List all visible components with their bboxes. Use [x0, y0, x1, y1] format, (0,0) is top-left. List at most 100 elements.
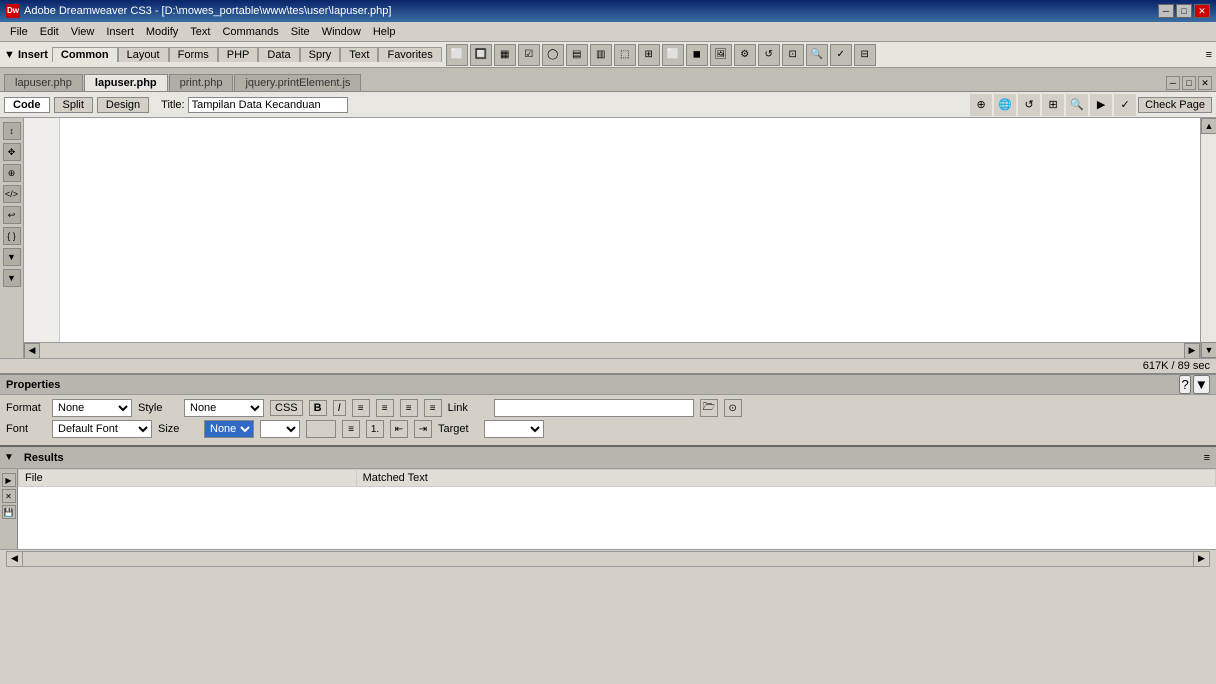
code-lines[interactable] — [60, 118, 1200, 342]
menu-item-text[interactable]: Text — [184, 25, 216, 39]
insert-tab-favorites[interactable]: Favorites — [378, 47, 441, 62]
link-folder-icon[interactable]: 🗁 — [700, 399, 718, 417]
scroll-up-arrow[interactable]: ▲ — [1201, 118, 1216, 134]
menu-item-insert[interactable]: Insert — [100, 25, 140, 39]
sidebar-zoom-icon[interactable]: ⊕ — [3, 164, 21, 182]
insert-icon-5[interactable]: ◯ — [542, 44, 564, 66]
code-content[interactable] — [24, 118, 1200, 342]
insert-tab-spry[interactable]: Spry — [300, 47, 341, 62]
menu-item-view[interactable]: View — [65, 25, 101, 39]
insert-menu-btn[interactable]: ≡ — [1206, 49, 1212, 61]
sidebar-collapse-icon[interactable]: ▼ — [3, 248, 21, 266]
css-button[interactable]: CSS — [270, 400, 303, 416]
insert-tab-common[interactable]: Common — [52, 47, 118, 62]
size-unit-select[interactable] — [260, 420, 300, 438]
scroll-right-btn[interactable]: ▶ — [1193, 552, 1209, 566]
insert-tab-forms[interactable]: Forms — [169, 47, 218, 62]
insert-icon-16[interactable]: 🔍 — [806, 44, 828, 66]
align-center-icon[interactable]: ≡ — [376, 399, 394, 417]
doc-tab-1[interactable]: lapuser.php — [84, 74, 168, 91]
insert-icon-7[interactable]: ▥ — [590, 44, 612, 66]
insert-tab-php[interactable]: PHP — [218, 47, 259, 62]
insert-icon-13[interactable]: ⚙ — [734, 44, 756, 66]
doc-tab-3[interactable]: jquery.printElement.js — [234, 74, 361, 91]
minimize-button[interactable]: ─ — [1158, 4, 1174, 18]
insert-icon-8[interactable]: ⬚ — [614, 44, 636, 66]
close-button[interactable]: ✕ — [1194, 4, 1210, 18]
code-view-btn[interactable]: Code — [4, 97, 50, 113]
indent-less-icon[interactable]: ⇤ — [390, 420, 408, 438]
sidebar-wrap-icon[interactable]: ↩ — [3, 206, 21, 224]
insert-icon-4[interactable]: ☑ — [518, 44, 540, 66]
results-arrow[interactable]: ▼ — [4, 452, 14, 463]
align-justify-icon[interactable]: ≡ — [424, 399, 442, 417]
menu-item-help[interactable]: Help — [367, 25, 402, 39]
scroll-left-btn[interactable]: ◀ — [7, 552, 23, 566]
indent-more-icon[interactable]: ⇥ — [414, 420, 432, 438]
insert-tab-layout[interactable]: Layout — [118, 47, 169, 62]
menu-item-site[interactable]: Site — [285, 25, 316, 39]
insert-icon-14[interactable]: ↺ — [758, 44, 780, 66]
refresh-icon[interactable]: ↺ — [1018, 94, 1040, 116]
align-right-icon[interactable]: ≡ — [400, 399, 418, 417]
doc-maximize-btn[interactable]: □ — [1182, 76, 1196, 90]
doc-tab-0[interactable]: lapuser.php — [4, 74, 83, 91]
insert-icon-15[interactable]: ⊡ — [782, 44, 804, 66]
results-stop-btn[interactable]: ✕ — [2, 489, 16, 503]
menu-item-edit[interactable]: Edit — [34, 25, 65, 39]
doc-minimize-btn[interactable]: ─ — [1166, 76, 1180, 90]
font-select[interactable]: Default Font — [52, 420, 152, 438]
design-view-btn[interactable]: Design — [97, 97, 149, 113]
results-play-btn[interactable]: ▶ — [2, 473, 16, 487]
link-target-icon[interactable]: ⊙ — [724, 399, 742, 417]
insert-tab-text[interactable]: Text — [340, 47, 378, 62]
list-unordered-icon[interactable]: ≡ — [342, 420, 360, 438]
italic-button[interactable]: I — [333, 400, 346, 416]
check-page-btn[interactable]: Check Page — [1138, 97, 1212, 113]
format-select[interactable]: NoneParagraph — [52, 399, 132, 417]
split-view-btn[interactable]: Split — [54, 97, 93, 113]
target-select[interactable] — [484, 420, 544, 438]
doc-close-btn[interactable]: ✕ — [1198, 76, 1212, 90]
menu-item-modify[interactable]: Modify — [140, 25, 184, 39]
menu-item-window[interactable]: Window — [316, 25, 367, 39]
scroll-down-arrow[interactable]: ▼ — [1201, 342, 1216, 358]
file-mgmt-icon[interactable]: ⊕ — [970, 94, 992, 116]
menu-item-file[interactable]: File — [4, 25, 34, 39]
scroll-bar-track[interactable] — [23, 552, 1193, 566]
insert-icon-11[interactable]: ◼ — [686, 44, 708, 66]
h-scrollbar[interactable]: ◀ ▶ — [6, 551, 1210, 567]
properties-help-btn[interactable]: ? — [1179, 375, 1190, 394]
insert-icon-6[interactable]: ▤ — [566, 44, 588, 66]
properties-expand-btn[interactable]: ▼ — [1193, 375, 1210, 394]
align-left-icon[interactable]: ≡ — [352, 399, 370, 417]
bottom-scrollbar[interactable]: ◀ ▶ — [24, 342, 1200, 358]
right-scrollbar[interactable]: ▲ ▼ — [1200, 118, 1216, 358]
maximize-button[interactable]: □ — [1176, 4, 1192, 18]
insert-icon-17[interactable]: ✓ — [830, 44, 852, 66]
results-menu-btn[interactable]: ≡ — [1204, 452, 1216, 464]
insert-icon-12[interactable]: 🖼 — [710, 44, 732, 66]
list-ordered-icon[interactable]: 1. — [366, 420, 384, 438]
link-input[interactable] — [494, 399, 694, 417]
page-title-input[interactable] — [188, 97, 348, 113]
sidebar-more-icon[interactable]: ▼ — [3, 269, 21, 287]
doc-tab-2[interactable]: print.php — [169, 74, 234, 91]
insert-icon-2[interactable]: 🔲 — [470, 44, 492, 66]
insert-tab-data[interactable]: Data — [258, 47, 299, 62]
menu-item-commands[interactable]: Commands — [216, 25, 284, 39]
sidebar-tag-icon[interactable]: </> — [3, 185, 21, 203]
code-search-icon[interactable]: 🔍 — [1066, 94, 1088, 116]
size-select[interactable]: None — [204, 420, 254, 438]
validate-icon[interactable]: ✓ — [1114, 94, 1136, 116]
sidebar-arrow-icon[interactable]: ↕ — [3, 122, 21, 140]
results-save-btn[interactable]: 💾 — [2, 505, 16, 519]
insert-icon-1[interactable]: ⬜ — [446, 44, 468, 66]
scroll-right-arrow[interactable]: ▶ — [1184, 343, 1200, 359]
scroll-left-arrow[interactable]: ◀ — [24, 343, 40, 359]
bold-button[interactable]: B — [309, 400, 327, 416]
text-color-box[interactable] — [306, 420, 336, 438]
insert-icon-3[interactable]: ▦ — [494, 44, 516, 66]
insert-icon-9[interactable]: ⊞ — [638, 44, 660, 66]
sidebar-drag-icon[interactable]: ✥ — [3, 143, 21, 161]
